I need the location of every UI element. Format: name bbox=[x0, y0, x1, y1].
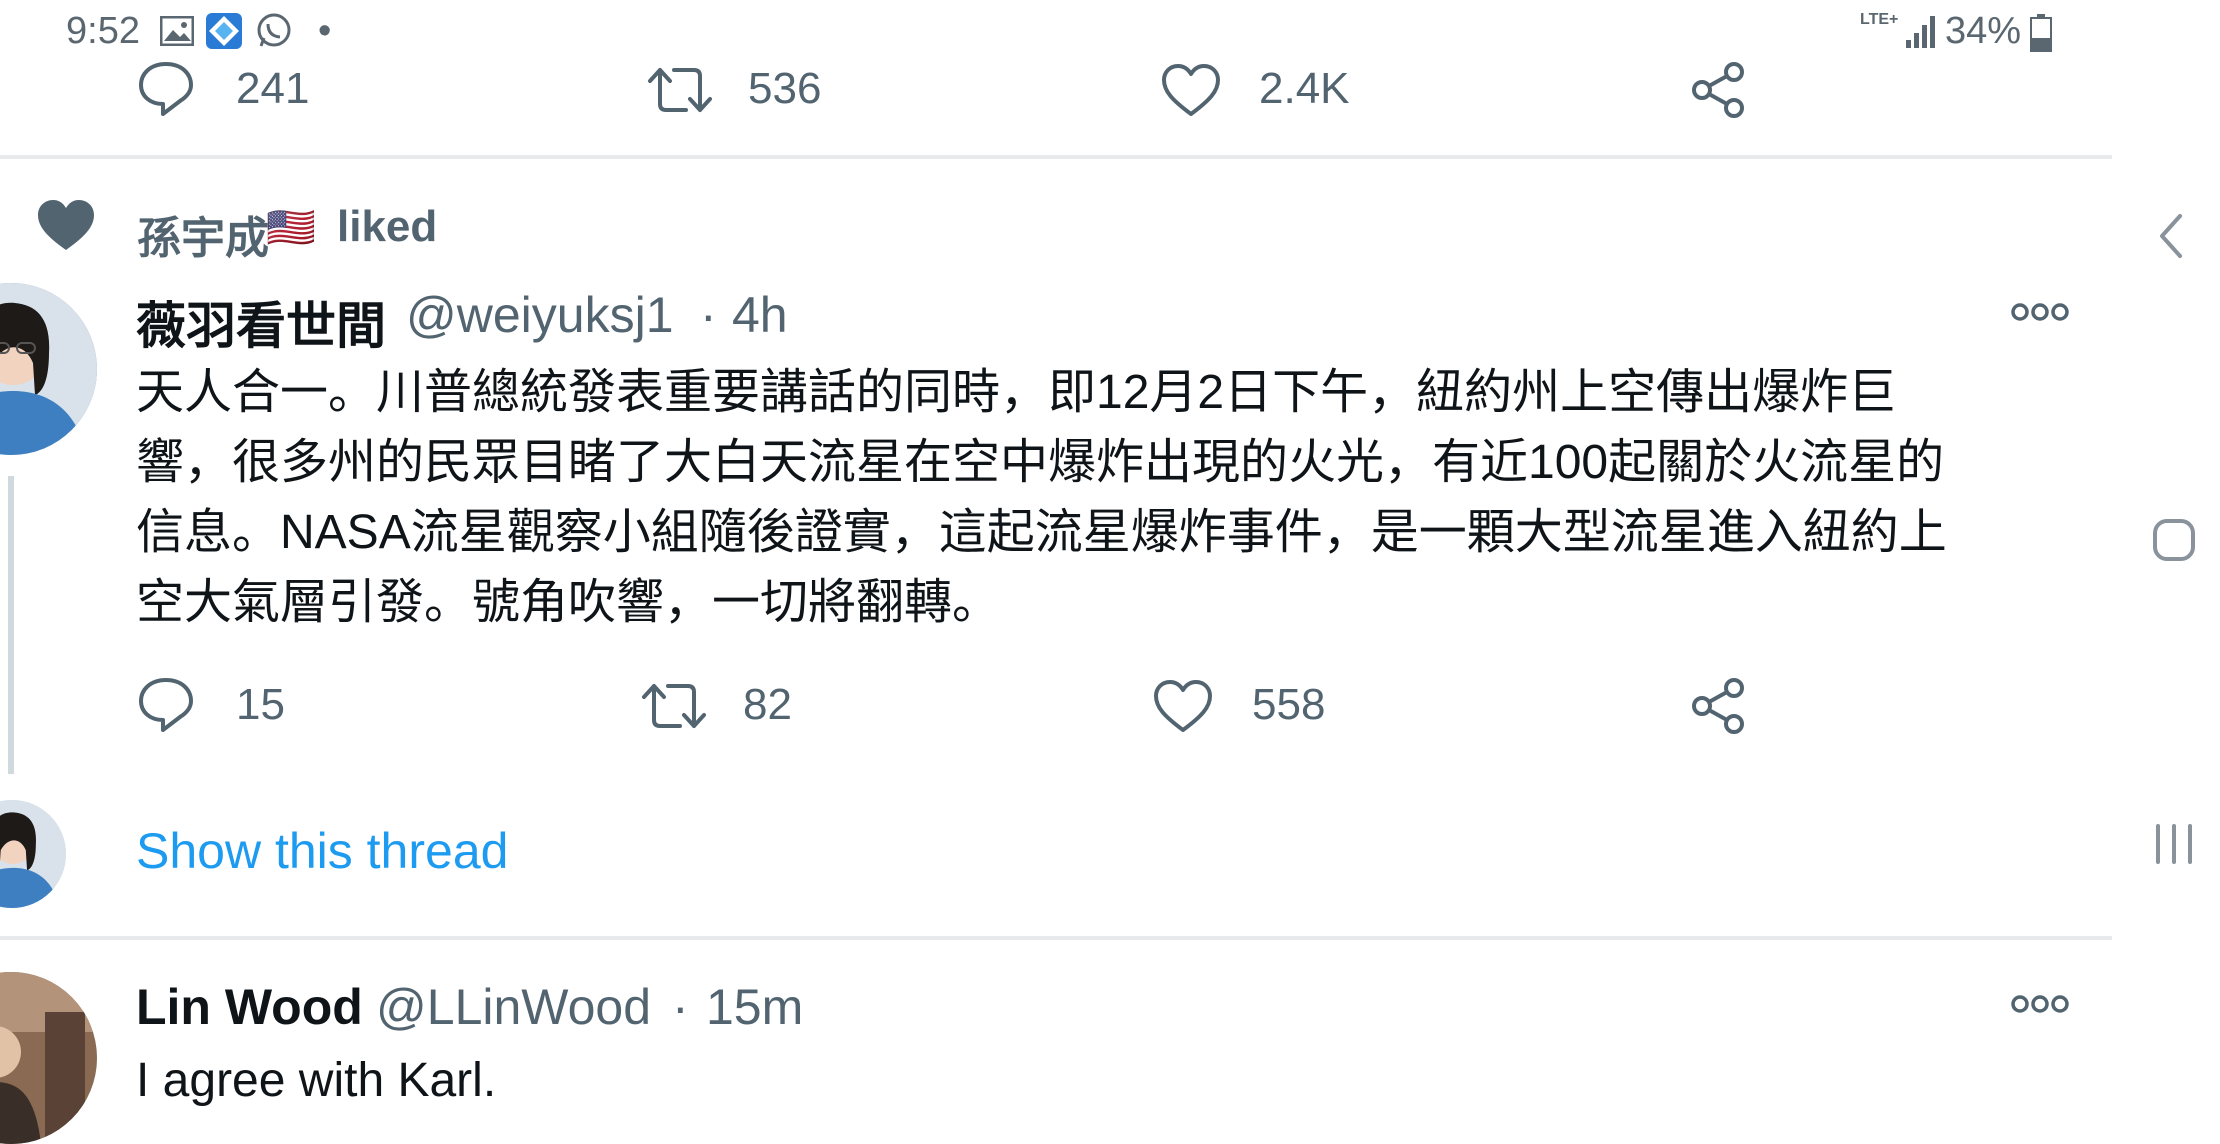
us-flag-icon: 🇺🇸 bbox=[266, 206, 316, 250]
like-icon[interactable] bbox=[1160, 62, 1222, 118]
tweet2-separator: · bbox=[672, 979, 689, 1035]
more-icon[interactable] bbox=[2010, 992, 2070, 1021]
battery-percent: 34% bbox=[1945, 10, 2022, 52]
tweet1-separator: · bbox=[700, 287, 717, 343]
battery-icon bbox=[2030, 14, 2052, 57]
like-icon[interactable] bbox=[1152, 678, 1214, 734]
tweet1-text: 天人合一。川普總統發表重要講話的同時，即12月2日下午，紐約州上空傳出爆炸巨 響… bbox=[136, 358, 2076, 638]
status-bar: 9:52 • LTE+ 34% bbox=[0, 0, 2220, 62]
avatar[interactable] bbox=[0, 972, 97, 1144]
avatar[interactable] bbox=[0, 283, 97, 455]
liked-label: liked bbox=[337, 202, 438, 251]
like-count: 558 bbox=[1252, 680, 1326, 729]
retweet-icon[interactable] bbox=[646, 64, 714, 116]
retweet-count: 536 bbox=[748, 64, 822, 113]
back-icon[interactable] bbox=[2156, 212, 2186, 265]
share-icon[interactable] bbox=[1690, 60, 1748, 120]
reply-count: 15 bbox=[236, 680, 285, 729]
thread-avatar[interactable] bbox=[0, 800, 66, 908]
network-type: LTE+ bbox=[1860, 11, 1899, 28]
recents-icon[interactable] bbox=[2152, 822, 2196, 871]
retweet-icon[interactable] bbox=[640, 680, 708, 732]
tweet1-line: 天人合一。川普總統發表重要講話的同時，即12月2日下午，紐約州上空傳出爆炸巨 bbox=[136, 366, 1897, 419]
tweet-divider bbox=[0, 936, 2112, 940]
liked-by-user[interactable]: 孫宇成 bbox=[137, 202, 269, 266]
whatsapp-icon bbox=[255, 12, 293, 55]
gallery-icon bbox=[159, 15, 195, 51]
like-count: 2.4K bbox=[1259, 64, 1350, 113]
tweet1-line: 空大氣層引發。號角吹響，一切將翻轉。 bbox=[136, 576, 1001, 629]
app-icon bbox=[205, 12, 243, 55]
tweet2-display-name[interactable]: Lin Wood bbox=[136, 978, 363, 1036]
signal-icon bbox=[1906, 14, 1938, 53]
reply-count: 241 bbox=[236, 64, 310, 113]
tweet1-line: 信息。NASA流星觀察小組隨後證實，這起流星爆炸事件，是一顆大型流星進入紐約上 bbox=[136, 506, 1947, 559]
tweet1-line: 響，很多州的民眾目睹了大白天流星在空中爆炸出現的火光，有近100起關於火流星的 bbox=[136, 436, 1945, 489]
share-icon[interactable] bbox=[1690, 676, 1748, 736]
status-time: 9:52 bbox=[66, 10, 140, 52]
tweet2-handle[interactable]: @LLinWood bbox=[376, 978, 651, 1036]
show-thread-link[interactable]: Show this thread bbox=[136, 822, 508, 880]
tweet1-display-name[interactable]: 薇羽看世間 bbox=[136, 286, 386, 358]
reply-icon[interactable] bbox=[136, 60, 196, 118]
tweet1-time[interactable]: 4h bbox=[732, 286, 788, 344]
tweet2-text: I agree with Karl. bbox=[136, 1054, 497, 1107]
tweet2-time[interactable]: 15m bbox=[706, 978, 803, 1036]
reply-icon[interactable] bbox=[136, 676, 196, 734]
liked-banner: 孫宇成 🇺🇸 liked bbox=[0, 190, 800, 263]
heart-filled-icon bbox=[36, 198, 96, 257]
tweet1-actions: 15 82 558 bbox=[0, 674, 2100, 744]
retweet-count: 82 bbox=[743, 680, 792, 729]
more-icon[interactable] bbox=[2010, 300, 2070, 329]
previous-tweet-actions: 241 536 2.4K bbox=[0, 56, 2100, 126]
tweet1-handle[interactable]: @weiyuksj1 bbox=[406, 286, 674, 344]
notification-dot: • bbox=[318, 10, 332, 52]
tweet-divider bbox=[0, 155, 2112, 159]
home-icon[interactable] bbox=[2152, 518, 2196, 567]
